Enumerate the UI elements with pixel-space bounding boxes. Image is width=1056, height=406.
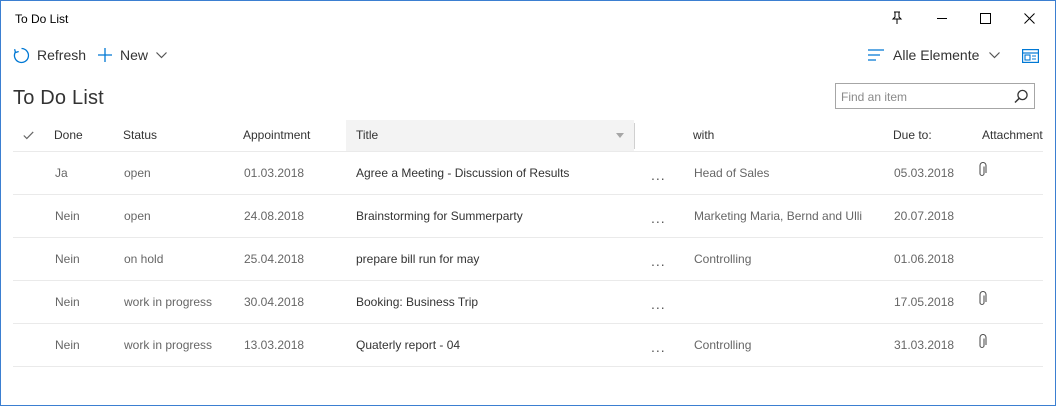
column-header-done[interactable]: Done bbox=[54, 120, 83, 151]
details-pane-icon bbox=[1022, 49, 1039, 63]
cell-due: 20.07.2018 bbox=[894, 209, 955, 223]
cell-due: 31.03.2018 bbox=[894, 338, 955, 352]
chevron-down-icon bbox=[156, 51, 167, 59]
search-box bbox=[835, 83, 1035, 109]
details-pane-button[interactable] bbox=[1022, 46, 1039, 66]
cell-status: work in progress bbox=[124, 295, 213, 309]
app-window: To Do List Refresh New Alle Elemente To … bbox=[0, 0, 1056, 406]
cell-done: Nein bbox=[55, 209, 80, 223]
cell-with: Head of Sales bbox=[694, 166, 770, 180]
column-header-appointment[interactable]: Appointment bbox=[243, 120, 310, 151]
pin-button[interactable] bbox=[874, 1, 920, 35]
minimize-button[interactable] bbox=[919, 1, 965, 35]
cell-appointment: 30.04.2018 bbox=[244, 295, 305, 309]
cell-due: 17.05.2018 bbox=[894, 295, 955, 309]
new-label: New bbox=[120, 47, 149, 63]
cell-title[interactable]: prepare bill run for may bbox=[356, 238, 479, 280]
cell-status: open bbox=[124, 209, 151, 223]
column-header-due[interactable]: Due to: bbox=[893, 120, 932, 151]
table-row[interactable]: Nein on hold 25.04.2018 prepare bill run fo… bbox=[13, 238, 1043, 281]
cell-with: Controlling bbox=[694, 252, 752, 266]
cell-due: 01.06.2018 bbox=[894, 252, 955, 266]
column-divider[interactable] bbox=[634, 123, 635, 149]
new-button[interactable]: New bbox=[97, 45, 167, 65]
more-options-button[interactable]: ... bbox=[651, 326, 666, 368]
refresh-button[interactable]: Refresh bbox=[13, 45, 86, 65]
column-header-attachments[interactable]: Attachments bbox=[982, 120, 1043, 151]
maximize-button[interactable] bbox=[962, 1, 1008, 35]
cell-done: Nein bbox=[55, 338, 80, 352]
attachment-icon[interactable] bbox=[979, 334, 988, 354]
more-options-button[interactable]: ... bbox=[651, 197, 666, 239]
table-row[interactable]: Nein open 24.08.2018 Brainstorming for Summ… bbox=[13, 195, 1043, 238]
table-header: Done Status Appointment Title with Due t… bbox=[13, 120, 1043, 152]
table-row[interactable]: Ja open 01.03.2018 Agree a Meeting - Discus… bbox=[13, 152, 1043, 195]
page-title: To Do List bbox=[13, 87, 104, 109]
cell-status: open bbox=[124, 166, 151, 180]
attachment-icon[interactable] bbox=[979, 162, 988, 182]
view-selector[interactable]: Alle Elemente bbox=[868, 45, 1001, 65]
close-icon bbox=[1023, 12, 1035, 24]
search-input[interactable] bbox=[841, 88, 1001, 106]
cell-title[interactable]: Quaterly report - 04 bbox=[356, 324, 460, 366]
cell-with: Controlling bbox=[694, 338, 752, 352]
cell-status: on hold bbox=[124, 252, 164, 266]
cell-done: Nein bbox=[55, 252, 80, 266]
cell-appointment: 13.03.2018 bbox=[244, 338, 305, 352]
cell-title[interactable]: Brainstorming for Summerparty bbox=[356, 195, 523, 237]
cell-with: Marketing Maria, Bernd and Ulli bbox=[694, 209, 863, 223]
cell-appointment: 25.04.2018 bbox=[244, 252, 305, 266]
cell-title[interactable]: Agree a Meeting - Discussion of Results bbox=[356, 152, 569, 194]
more-options-button[interactable]: ... bbox=[651, 240, 666, 282]
table-row[interactable]: Nein work in progress 13.03.2018 Quaterly r… bbox=[13, 324, 1043, 367]
cell-done: Ja bbox=[55, 166, 68, 180]
more-options-button[interactable]: ... bbox=[651, 154, 666, 196]
column-header-title[interactable]: Title bbox=[346, 120, 634, 151]
cell-done: Nein bbox=[55, 295, 80, 309]
cell-title[interactable]: Booking: Business Trip bbox=[356, 281, 478, 323]
table-row[interactable]: Nein work in progress 30.04.2018 Booking: B… bbox=[13, 281, 1043, 324]
column-header-with[interactable]: with bbox=[693, 120, 714, 151]
select-all-checkbox[interactable] bbox=[23, 121, 34, 152]
maximize-icon bbox=[979, 12, 991, 24]
cell-appointment: 24.08.2018 bbox=[244, 209, 305, 223]
column-header-title-label: Title bbox=[356, 128, 379, 142]
refresh-label: Refresh bbox=[37, 47, 87, 63]
column-header-status[interactable]: Status bbox=[123, 120, 157, 151]
cell-due: 05.03.2018 bbox=[894, 166, 955, 180]
pin-icon bbox=[891, 11, 903, 24]
more-options-button[interactable]: ... bbox=[651, 283, 666, 325]
refresh-icon bbox=[13, 47, 30, 64]
sort-dropdown-icon bbox=[616, 133, 624, 138]
close-button[interactable] bbox=[1006, 1, 1052, 35]
minimize-icon bbox=[936, 17, 947, 19]
cell-appointment: 01.03.2018 bbox=[244, 166, 305, 180]
list-view-icon bbox=[868, 49, 884, 61]
chevron-down-icon bbox=[989, 51, 1001, 59]
title-bar: To Do List bbox=[1, 1, 1055, 37]
window-title: To Do List bbox=[15, 12, 69, 26]
checkmark-icon bbox=[23, 131, 34, 140]
attachment-icon[interactable] bbox=[979, 291, 988, 311]
plus-icon bbox=[97, 47, 113, 63]
cell-status: work in progress bbox=[124, 338, 213, 352]
search-icon[interactable] bbox=[1014, 89, 1029, 109]
view-label: Alle Elemente bbox=[893, 47, 980, 63]
